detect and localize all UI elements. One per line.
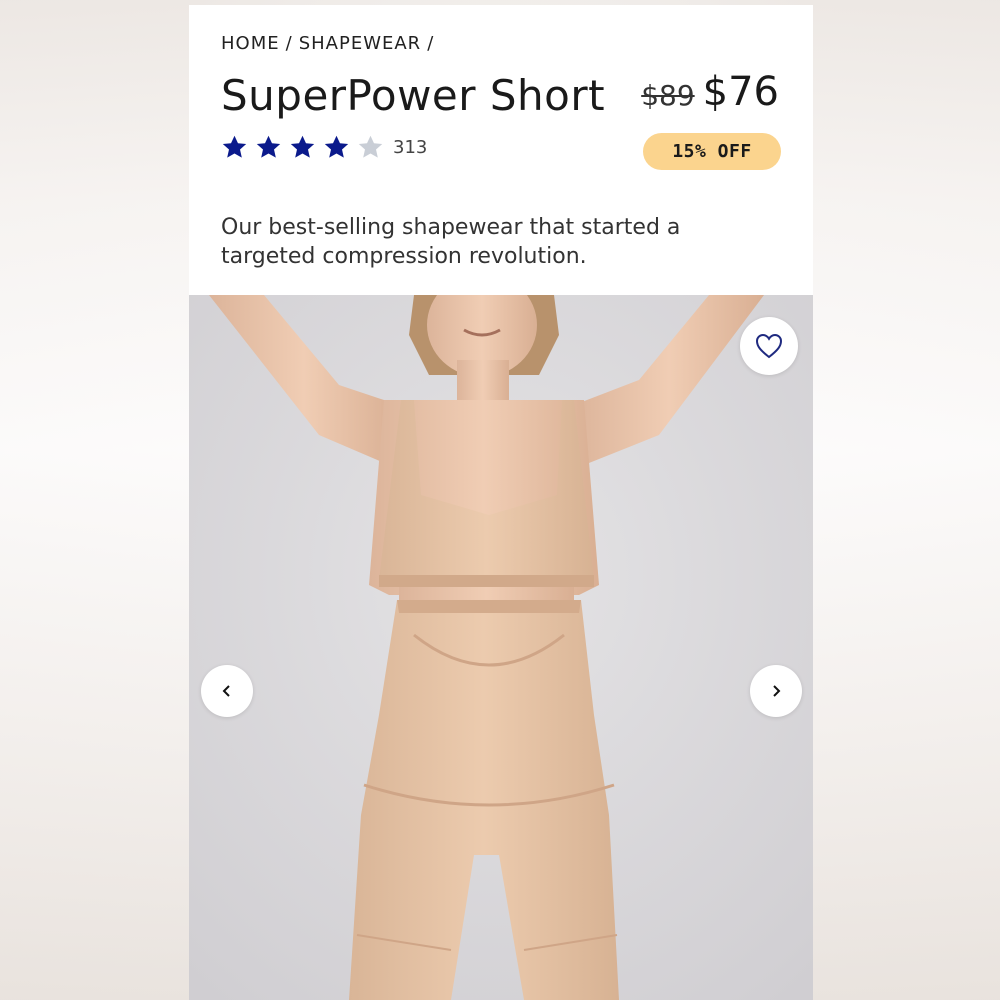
original-price: $89 <box>641 79 695 112</box>
breadcrumb: HOME / SHAPEWEAR / <box>221 33 434 54</box>
product-price: $89 $76 <box>641 69 779 115</box>
discount-badge: 15% OFF <box>643 133 781 170</box>
rating-stars <box>221 134 384 161</box>
current-price: $76 <box>702 69 779 115</box>
product-info-card: HOME / SHAPEWEAR / SuperPower Short $89 … <box>189 5 813 295</box>
star-empty-icon <box>358 135 383 158</box>
star-filled-icon <box>222 135 247 158</box>
breadcrumb-shapewear-link[interactable]: SHAPEWEAR <box>299 33 422 54</box>
product-description: Our best-selling shapewear that started … <box>221 215 681 269</box>
product-photo <box>189 295 813 1000</box>
chevron-right-icon <box>773 685 781 697</box>
wishlist-button[interactable] <box>740 317 798 375</box>
heart-outline-icon <box>755 333 783 359</box>
review-count[interactable]: 313 <box>393 137 427 158</box>
breadcrumb-home-link[interactable]: HOME <box>221 33 280 54</box>
next-image-button[interactable] <box>750 665 802 717</box>
product-rating[interactable]: 313 <box>221 134 427 161</box>
product-image-gallery[interactable] <box>189 295 813 1000</box>
breadcrumb-separator: / <box>427 33 435 54</box>
star-filled-icon <box>290 135 315 158</box>
star-filled-icon <box>256 135 281 158</box>
product-title: SuperPower Short <box>221 71 606 120</box>
breadcrumb-separator: / <box>285 33 293 54</box>
product-page: HOME / SHAPEWEAR / SuperPower Short $89 … <box>189 5 813 1000</box>
page-background-right <box>810 0 1000 1000</box>
page-background-left <box>0 0 190 1000</box>
previous-image-button[interactable] <box>201 665 253 717</box>
star-filled-icon <box>324 135 349 158</box>
chevron-left-icon <box>222 685 230 697</box>
